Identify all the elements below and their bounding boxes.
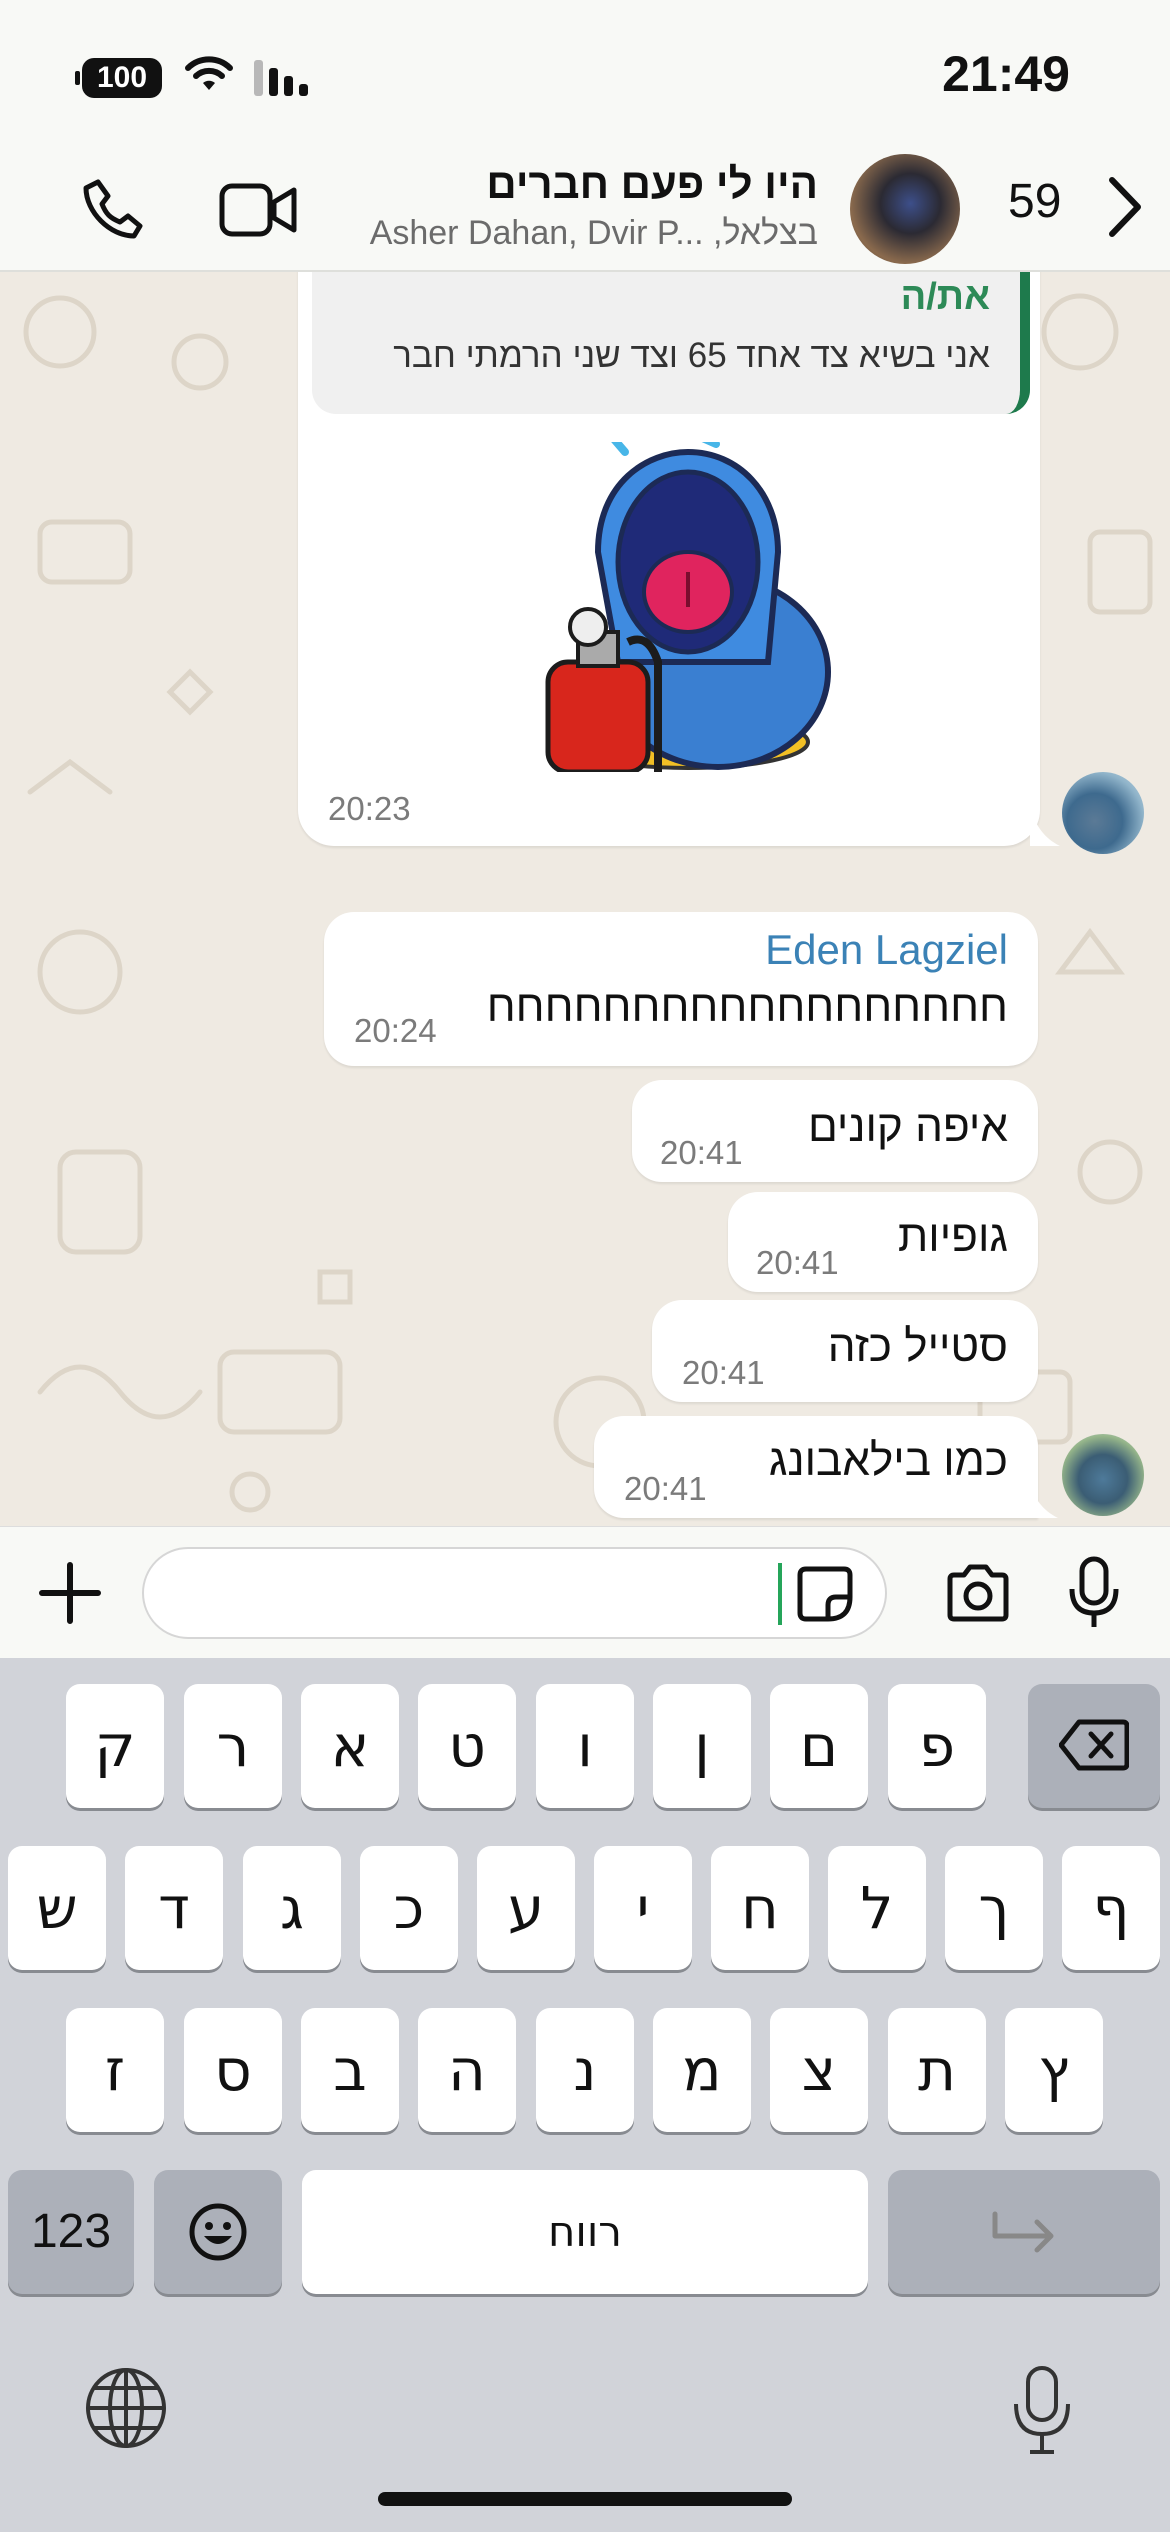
key[interactable]: ג (243, 1846, 341, 1970)
chat-header: היו לי פעם חברים Asher Dahan, Dvir P... … (0, 150, 1170, 272)
emoji-icon (189, 2203, 247, 2261)
key[interactable]: ן (653, 1684, 751, 1808)
key[interactable]: י (594, 1846, 692, 1970)
sticker-image[interactable] (538, 442, 838, 772)
keyboard: ק ר א ט ו ן ם פ ש ד ג כ ע י ח ל ך ף ז ס … (0, 1658, 1170, 2532)
message-time: 20:41 (624, 1470, 707, 1507)
text-message[interactable]: Eden Lagziel חחחחחחחחחחחחחחחחחח 20:24 (324, 912, 1038, 1066)
message-text: כמו בילאבונג (768, 1436, 1008, 1485)
message-time: 20:41 (756, 1244, 839, 1281)
dictation-icon[interactable] (1010, 2364, 1074, 2456)
key[interactable]: ע (477, 1846, 575, 1970)
return-icon (992, 2211, 1054, 2253)
clock: 21:49 (942, 46, 1070, 102)
chat-title[interactable]: היו לי פעם חברים (486, 160, 818, 208)
message-input-bar (0, 1526, 1170, 1658)
key[interactable]: צ (770, 2008, 868, 2132)
bubble-tail (1030, 808, 1060, 846)
battery-indicator: 100 (75, 58, 162, 98)
message-input[interactable] (142, 1547, 887, 1639)
wifi-icon (185, 56, 233, 90)
key[interactable]: א (301, 1684, 399, 1808)
space-key[interactable]: רווח (302, 2170, 868, 2294)
unread-count[interactable]: 59 (1008, 174, 1061, 229)
sticker-icon[interactable] (796, 1565, 854, 1623)
message-text: חחחחחחחחחחחחחחחחחח (486, 982, 1008, 1031)
key[interactable]: ח (711, 1846, 809, 1970)
mic-icon[interactable] (1066, 1555, 1122, 1631)
key[interactable]: ק (66, 1684, 164, 1808)
globe-icon[interactable] (84, 2366, 168, 2450)
sender-avatar[interactable] (1062, 772, 1144, 854)
key[interactable]: ב (301, 2008, 399, 2132)
emoji-key[interactable] (154, 2170, 282, 2294)
quote-text: אני בשיא צד אחד 65 וצד שני הרמתי חבר (393, 336, 990, 375)
quoted-reply[interactable]: את/ה אני בשיא צד אחד 65 וצד שני הרמתי חב… (312, 272, 1030, 414)
key[interactable]: ם (770, 1684, 868, 1808)
chat-members[interactable]: Asher Dahan, Dvir P... ,בצלאל (370, 214, 818, 253)
message-text: איפה קונים (807, 1102, 1008, 1151)
sender-avatar[interactable] (1062, 1434, 1144, 1516)
bubble-tail (1028, 1480, 1058, 1518)
return-key[interactable] (888, 2170, 1160, 2294)
key[interactable]: ץ (1005, 2008, 1103, 2132)
camera-icon[interactable] (944, 1563, 1012, 1623)
text-message[interactable]: כמו בילאבונג 20:41 (594, 1416, 1038, 1518)
chat-area[interactable]: את/ה אני בשיא צד אחד 65 וצד שני הרמתי חב… (0, 272, 1170, 1526)
key[interactable]: ת (888, 2008, 986, 2132)
message-time: 20:24 (354, 1012, 437, 1049)
key[interactable]: כ (360, 1846, 458, 1970)
signal-icon (254, 60, 308, 96)
text-caret (778, 1563, 782, 1625)
backspace-key[interactable] (1028, 1684, 1160, 1808)
key[interactable]: ל (828, 1846, 926, 1970)
sender-name[interactable]: Eden Lagziel (765, 926, 1008, 974)
status-bar: 100 21:49 (0, 0, 1170, 150)
key[interactable]: פ (888, 1684, 986, 1808)
key[interactable]: ו (536, 1684, 634, 1808)
key[interactable]: ה (418, 2008, 516, 2132)
message-time: 20:23 (328, 790, 411, 827)
text-message[interactable]: איפה קונים 20:41 (632, 1080, 1038, 1182)
quote-author: את/ה (900, 276, 990, 318)
key[interactable]: ד (125, 1846, 223, 1970)
chevron-right-icon[interactable] (1104, 174, 1144, 240)
home-indicator[interactable] (378, 2492, 792, 2506)
numbers-key[interactable]: 123 (8, 2170, 134, 2294)
key[interactable]: נ (536, 2008, 634, 2132)
key[interactable]: ש (8, 1846, 106, 1970)
sticker-message[interactable]: את/ה אני בשיא צד אחד 65 וצד שני הרמתי חב… (298, 272, 1040, 846)
key[interactable]: מ (653, 2008, 751, 2132)
message-text: סטייל כזה (827, 1322, 1008, 1371)
plus-icon[interactable] (38, 1561, 102, 1625)
key[interactable]: ט (418, 1684, 516, 1808)
key[interactable]: ס (184, 2008, 282, 2132)
group-avatar[interactable] (850, 154, 960, 264)
text-message[interactable]: סטייל כזה 20:41 (652, 1300, 1038, 1402)
message-text: גופיות (897, 1212, 1008, 1261)
backspace-icon (1058, 1719, 1130, 1771)
key[interactable]: ז (66, 2008, 164, 2132)
message-time: 20:41 (682, 1354, 765, 1391)
phone-icon[interactable] (80, 176, 146, 242)
text-message[interactable]: גופיות 20:41 (728, 1192, 1038, 1292)
key[interactable]: ף (1062, 1846, 1160, 1970)
video-icon[interactable] (218, 180, 298, 240)
key[interactable]: ר (184, 1684, 282, 1808)
key[interactable]: ך (945, 1846, 1043, 1970)
message-time: 20:41 (660, 1134, 743, 1171)
